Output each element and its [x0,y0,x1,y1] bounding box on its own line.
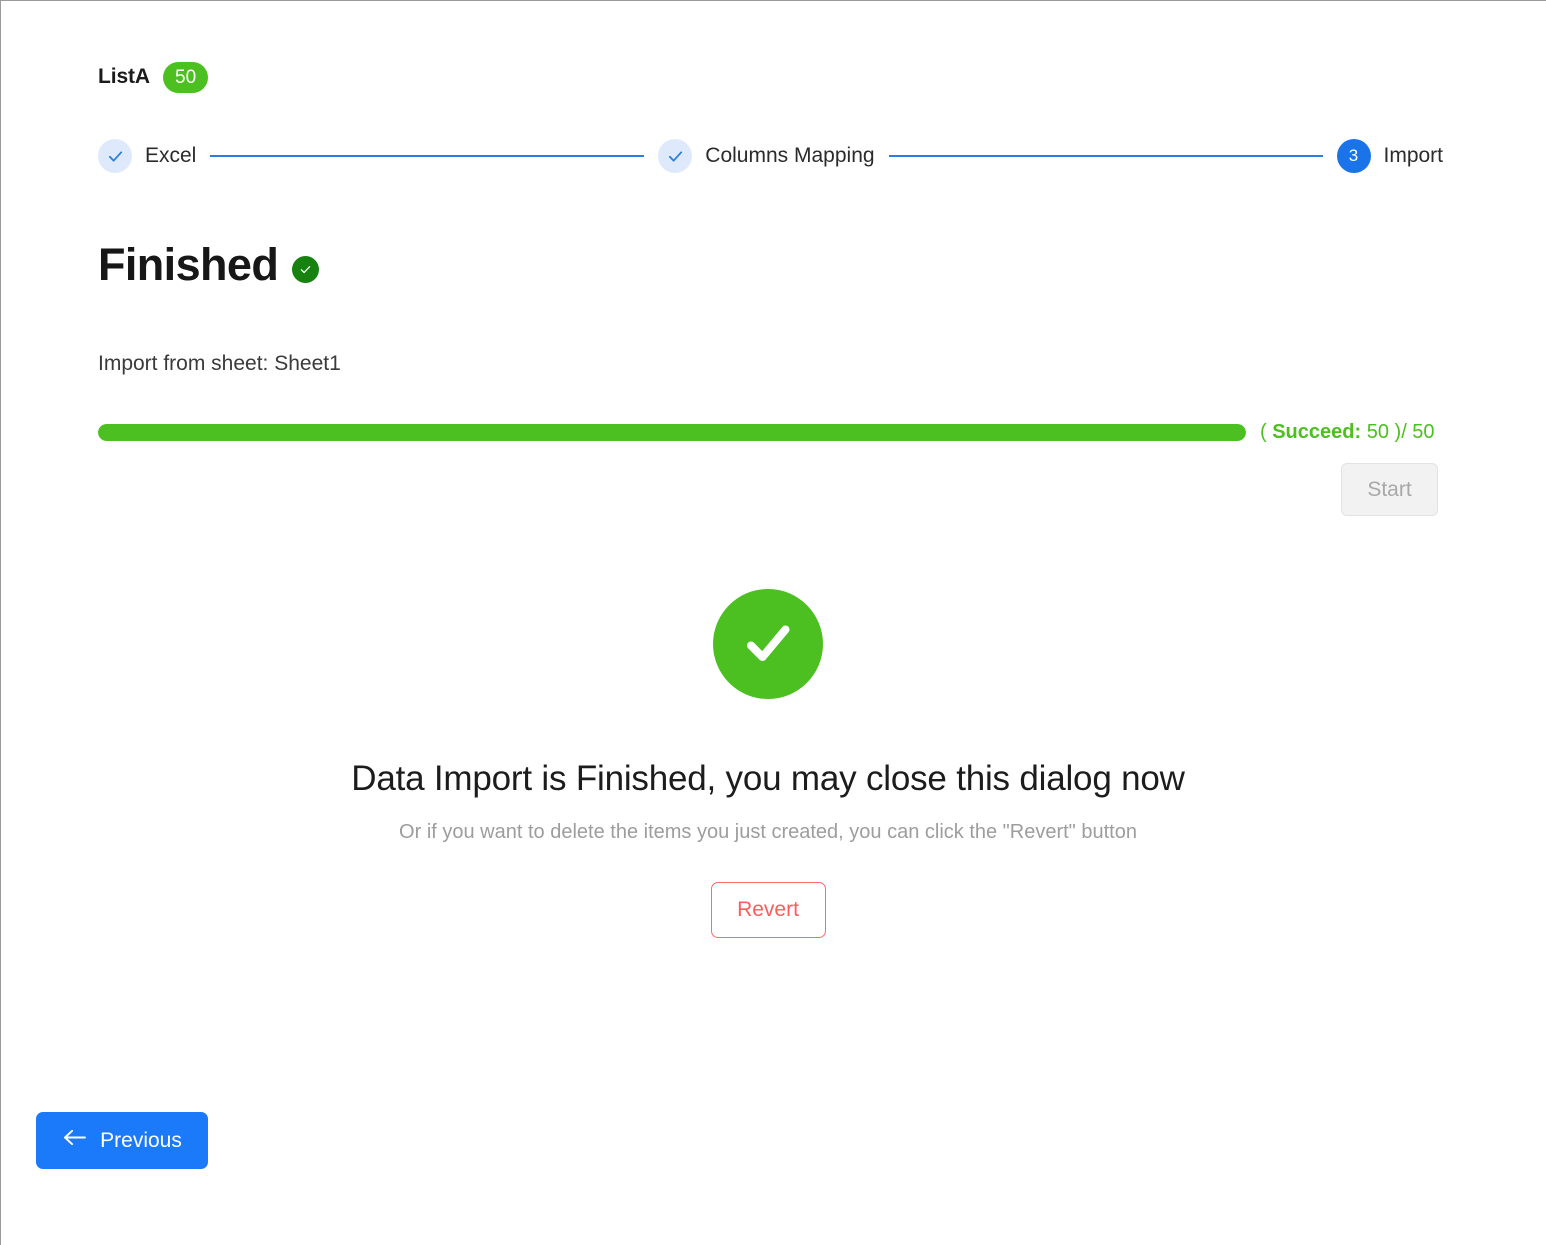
step-excel-label: Excel [145,144,197,167]
success-check-circle-icon [713,589,823,699]
progress-succeed-value: 50 ) [1361,421,1402,443]
progress-bar [98,424,1246,441]
start-button[interactable]: Start [1341,463,1438,516]
page-title: Finished [98,239,279,290]
item-count-badge: 50 [163,61,209,93]
step-excel[interactable]: Excel [98,139,196,173]
progress-succeed-label: Succeed: [1272,421,1362,443]
step-connector-1 [210,155,645,157]
progress-prefix: ( [1260,421,1273,443]
step-excel-check-icon [98,139,132,173]
step-connector-2 [888,155,1323,157]
revert-button[interactable]: Revert [710,882,826,938]
import-wizard-page: ListA 50 Excel Columns Mapping 3 Import … [0,0,1546,1245]
step-columns-mapping-check-icon [658,139,693,173]
previous-button[interactable]: Previous [36,1112,208,1169]
success-title: Data Import is Finished, you may close t… [351,759,1185,798]
success-panel: Data Import is Finished, you may close t… [1,589,1535,938]
step-import-number: 3 [1336,139,1371,173]
check-circle-icon [292,255,320,283]
previous-button-label: Previous [100,1128,182,1152]
progress-total: / 50 [1401,421,1435,443]
list-title: ListA [98,65,151,88]
step-import-label: Import [1383,144,1444,167]
progress-stat: ( Succeed: 50 )/ 50 [1260,421,1435,444]
step-import[interactable]: 3 Import [1336,139,1444,173]
success-subtitle: Or if you want to delete the items you j… [399,821,1137,843]
arrow-left-icon [62,1128,87,1153]
step-columns-mapping-label: Columns Mapping [705,144,875,167]
wizard-stepper: Excel Columns Mapping 3 Import [98,137,1443,175]
step-columns-mapping[interactable]: Columns Mapping [658,139,875,173]
status-heading-row: Finished [98,239,320,291]
sheet-source-note: Import from sheet: Sheet1 [98,352,341,375]
list-header: ListA 50 [98,59,209,95]
import-progress-row: ( Succeed: 50 )/ 50 [98,421,1443,444]
progress-bar-fill [98,424,1246,441]
